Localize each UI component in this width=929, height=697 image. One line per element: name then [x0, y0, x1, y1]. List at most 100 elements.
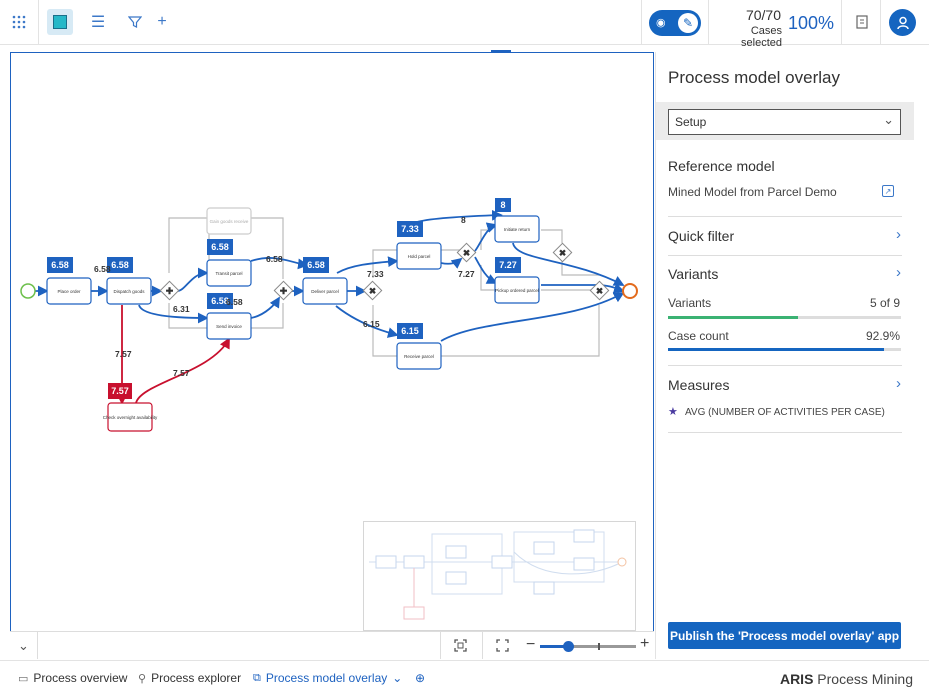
- reference-model-value: Mined Model from Parcel Demo: [668, 185, 837, 199]
- star-icon: ★: [668, 406, 678, 418]
- chevron-down-icon[interactable]: ⌄: [392, 671, 402, 685]
- filter-icon: [128, 16, 142, 28]
- filter-button[interactable]: [122, 9, 148, 35]
- toolbar-divider: [641, 0, 642, 45]
- edge-label: 7.57: [115, 349, 132, 359]
- badge: 6.58: [211, 242, 229, 252]
- measure-item[interactable]: AVG (NUMBER OF ACTIVITIES PER CASE): [685, 407, 885, 418]
- canvas-controls: ⌄ − +: [10, 631, 654, 659]
- edge-label: 6.58: [94, 264, 111, 274]
- add-button[interactable]: +: [149, 9, 175, 35]
- node-label: Dispatch goods: [113, 289, 145, 294]
- overlay-toggle[interactable]: ◉ ✎: [649, 10, 701, 36]
- chevron-right-icon[interactable]: ›: [896, 264, 901, 281]
- fit-to-screen-button[interactable]: [440, 632, 480, 659]
- overview-icon: ▭: [18, 672, 29, 685]
- measures-title[interactable]: Measures: [668, 377, 729, 393]
- bookmark-button[interactable]: [849, 9, 875, 35]
- app-tab-bar: ▭ Process overview ⚲ Process explorer ⧉ …: [0, 660, 929, 697]
- quick-filter-title[interactable]: Quick filter: [668, 228, 734, 244]
- bookmark-icon: [856, 15, 868, 29]
- explorer-icon: ⚲: [138, 672, 147, 685]
- variants-label: Variants: [668, 296, 712, 310]
- badge: 6.15: [401, 326, 419, 336]
- case-count-value: 92.9%: [865, 329, 900, 343]
- edge-label: 7.33: [367, 269, 384, 279]
- svg-text:✖: ✖: [369, 286, 377, 296]
- hamburger-icon: ☰: [90, 14, 106, 31]
- pencil-icon: ✎: [678, 13, 698, 33]
- publish-app-button[interactable]: Publish the 'Process model overlay' app: [668, 622, 901, 649]
- process-model-canvas[interactable]: ✚ ✚ ✖ ✖ ✖ ✖ Place order Dispatch goods Tran…: [10, 52, 654, 659]
- eye-icon: ◉: [656, 17, 666, 29]
- add-circle-icon: ⊕: [415, 671, 426, 685]
- variants-bar-fill: [668, 316, 798, 319]
- user-icon: [896, 16, 909, 29]
- divider: [668, 255, 902, 256]
- zoom-in-button[interactable]: +: [640, 635, 649, 653]
- add-tab-button[interactable]: ⊕: [415, 671, 425, 685]
- node-label: Pickup ordered parcel: [495, 288, 539, 293]
- setup-dropdown[interactable]: Setup ⌄: [668, 109, 901, 135]
- svg-text:✚: ✚: [166, 286, 174, 296]
- badge: 6.58: [111, 260, 129, 270]
- edge-label: 6.58: [266, 254, 283, 264]
- node-label: Check overnight availability: [103, 415, 158, 420]
- cases-count: 70/70: [745, 7, 781, 23]
- zoom-default-tick: [598, 643, 600, 650]
- node-label: Hold parcel: [408, 254, 431, 259]
- user-avatar[interactable]: [889, 9, 916, 36]
- variants-value: 5 of 9: [869, 296, 900, 310]
- cases-label: Cases selected: [741, 25, 782, 49]
- edge-label: 8: [461, 215, 466, 225]
- badge: 8: [500, 200, 505, 210]
- variants-title[interactable]: Variants: [668, 266, 718, 282]
- end-event: [622, 283, 638, 299]
- badge: 7.33: [401, 224, 419, 234]
- edge-label: 7.57: [173, 368, 190, 378]
- top-toolbar: ☰ + ◉ ✎ 70/70 Cases selected 100%: [0, 0, 929, 49]
- zoom-out-button[interactable]: −: [526, 636, 535, 654]
- case-count-label: Case count: [668, 329, 729, 343]
- cases-percent[interactable]: 100%: [788, 13, 834, 34]
- toolbar-divider: [841, 0, 842, 45]
- reference-model-title: Reference model: [668, 158, 775, 174]
- badge: 6.58: [307, 260, 325, 270]
- chevron-down-icon: ⌄: [883, 112, 894, 127]
- svg-text:✖: ✖: [463, 248, 471, 258]
- plus-icon: +: [157, 13, 167, 30]
- node-label: Transit parcel: [215, 271, 242, 276]
- fit-screen-icon: [454, 639, 467, 652]
- chevron-right-icon[interactable]: ›: [896, 226, 901, 243]
- toolbar-divider: [880, 0, 881, 45]
- edge-label: 6.58: [226, 297, 243, 307]
- tab-process-explorer[interactable]: ⚲ Process explorer: [138, 671, 241, 685]
- edge-label: 6.31: [173, 304, 190, 314]
- menu-button[interactable]: ☰: [85, 9, 111, 35]
- collapse-button[interactable]: ⌄: [10, 632, 38, 659]
- tab-process-overview[interactable]: ▭ Process overview: [18, 671, 127, 685]
- svg-text:✖: ✖: [596, 286, 604, 296]
- zoom-slider-handle[interactable]: [563, 641, 574, 652]
- node-label: Place order: [57, 289, 81, 294]
- edge-label: 6.15: [363, 319, 380, 329]
- divider: [668, 216, 902, 217]
- node-label: Gain goods receive: [210, 219, 249, 224]
- minimap-diagram: [369, 529, 627, 620]
- tab-process-model-overlay[interactable]: ⧉ Process model overlay ⌄: [253, 671, 402, 685]
- expand-icon: [496, 639, 509, 652]
- node-label: Deliver parcel: [311, 289, 339, 294]
- svg-text:✚: ✚: [280, 286, 288, 296]
- badge: 7.57: [111, 386, 129, 396]
- chevron-right-icon[interactable]: ›: [896, 375, 901, 392]
- tab-label: Process explorer: [151, 671, 242, 685]
- tab-label: Process model overlay: [265, 671, 388, 685]
- fullscreen-button[interactable]: [482, 632, 522, 659]
- product-brand: ARIS Process Mining: [779, 671, 913, 687]
- edit-mode-button[interactable]: [47, 9, 73, 35]
- svg-text:✖: ✖: [559, 248, 567, 258]
- minimap[interactable]: [363, 521, 636, 631]
- setup-value: Setup: [675, 115, 707, 129]
- open-model-icon[interactable]: ↗: [882, 185, 894, 197]
- apps-grid-icon[interactable]: [6, 9, 32, 35]
